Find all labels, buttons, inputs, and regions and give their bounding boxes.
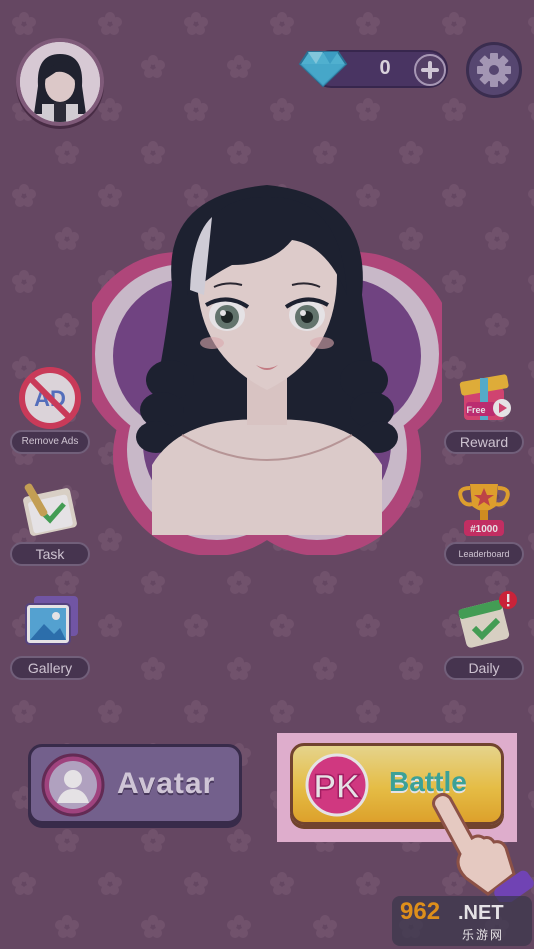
avatar-button-label: Avatar: [117, 767, 216, 800]
leaderboard-label: Leaderboard: [444, 542, 524, 566]
watermark-number: 962: [400, 898, 441, 925]
remove-ads-button[interactable]: AD Remove Ads: [10, 364, 90, 464]
tutorial-pointing-hand-icon: [432, 792, 534, 902]
pk-badge-text: PK: [313, 768, 361, 806]
daily-calendar-icon: [458, 591, 517, 648]
settings-button[interactable]: [466, 42, 522, 98]
no-ads-icon: AD: [19, 367, 81, 429]
avatar-button[interactable]: Avatar: [28, 744, 242, 824]
daily-label: Daily: [444, 656, 524, 680]
gallery-label: Gallery: [10, 656, 90, 680]
currency-value: 0: [379, 57, 391, 79]
gear-icon: [477, 53, 511, 87]
diamond-icon: [298, 51, 348, 88]
reward-free-badge: Free: [466, 405, 485, 415]
task-checklist-icon: [23, 483, 77, 536]
watermark-suffix: .NET: [458, 902, 504, 924]
leaderboard-button[interactable]: #1000 Leaderboard: [444, 476, 524, 576]
pk-badge-icon: PK: [305, 753, 369, 817]
gallery-button[interactable]: Gallery: [10, 590, 90, 690]
trophy-icon: #1000: [458, 484, 510, 536]
plus-icon: [421, 61, 439, 79]
daily-button[interactable]: Daily: [444, 590, 524, 690]
leaderboard-rank-badge: #1000: [470, 524, 498, 535]
reward-button[interactable]: Free Reward: [444, 364, 524, 464]
character-portrait: [92, 185, 442, 555]
remove-ads-label: Remove Ads: [10, 430, 90, 454]
avatar-silhouette-icon: [41, 753, 105, 817]
profile-avatar-icon: [20, 42, 100, 122]
watermark-cn: 乐游网: [462, 928, 505, 942]
gallery-icon: [25, 596, 78, 645]
site-watermark-logo: 962 .NET 乐游网: [392, 896, 532, 946]
reward-label: Reward: [444, 430, 524, 454]
add-currency-button[interactable]: [414, 54, 446, 86]
task-button[interactable]: Task: [10, 476, 90, 576]
gift-box-icon: Free: [459, 374, 511, 420]
task-label: Task: [10, 542, 90, 566]
profile-avatar-button[interactable]: [16, 38, 104, 126]
